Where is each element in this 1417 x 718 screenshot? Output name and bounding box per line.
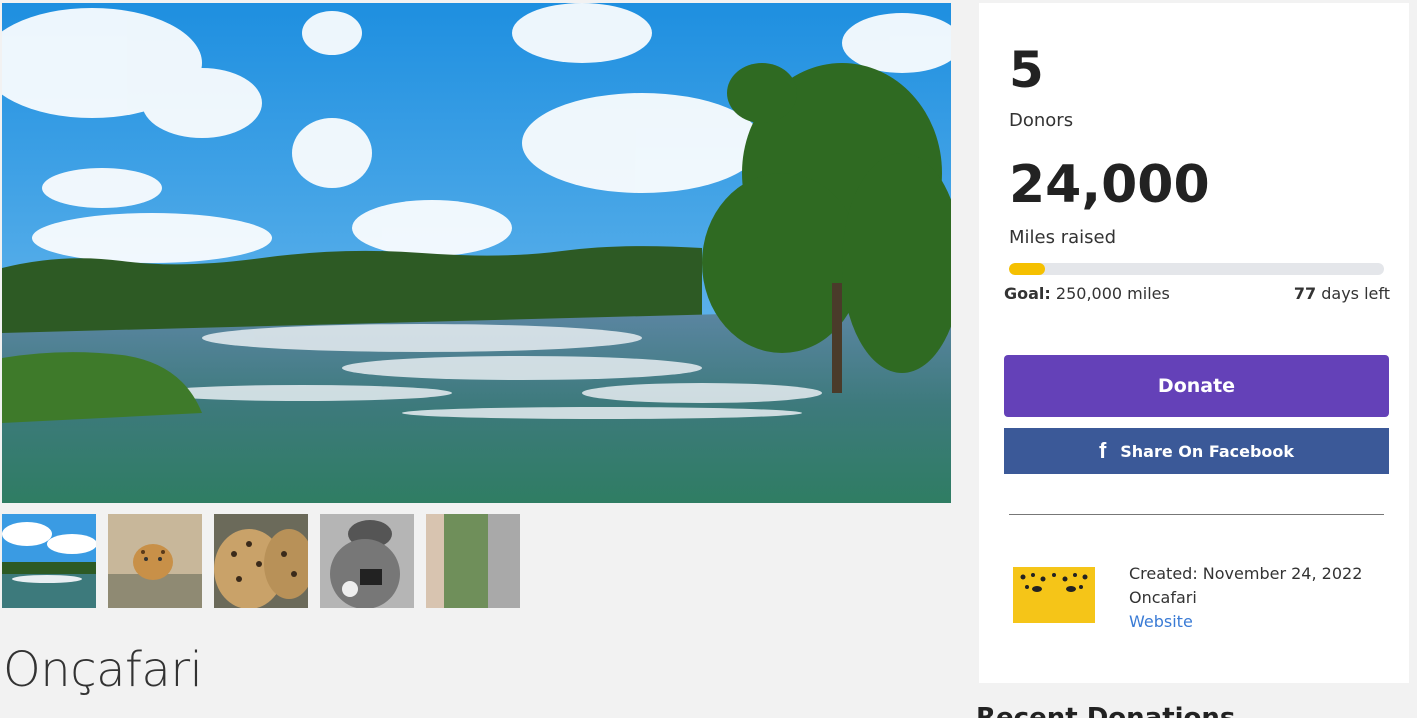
recent-donations-heading: Recent Donations (976, 703, 1236, 718)
creator-meta: Created: November 24, 2022 Oncafari Webs… (1129, 562, 1362, 634)
share-facebook-button[interactable]: f Share On Facebook (1004, 428, 1389, 474)
thumbnail-river[interactable] (2, 514, 96, 608)
days-suffix: days left (1321, 284, 1390, 303)
days-number: 77 (1293, 284, 1317, 303)
donate-button[interactable]: Donate (1004, 355, 1389, 417)
thumbnail-jaguar-water[interactable] (108, 514, 202, 608)
facebook-icon: f (1098, 438, 1107, 463)
thumbnail-researcher[interactable] (320, 514, 414, 608)
organization-logo[interactable] (1013, 567, 1095, 623)
share-facebook-label: Share On Facebook (1120, 441, 1295, 461)
progress-bar-fill (1009, 263, 1045, 275)
organization-title: Onçafari (3, 642, 203, 698)
donors-label: Donors (1009, 110, 1074, 131)
goal-row: Goal: 250,000 miles 77 days left (1004, 284, 1390, 303)
creator-name: Oncafari (1129, 588, 1197, 607)
created-date: Created: November 24, 2022 (1129, 564, 1363, 583)
donors-count: 5 (1009, 41, 1044, 99)
divider (1009, 514, 1384, 515)
campaign-card: 5 Donors 24,000 Miles raised Goal: 250,0… (979, 3, 1409, 683)
goal-label: Goal: (1004, 284, 1051, 303)
raised-label: Miles raised (1009, 227, 1117, 248)
thumbnail-strip (2, 514, 520, 608)
thumbnail-forest-aerial[interactable] (426, 514, 520, 608)
page: Onçafari 5 Donors 24,000 Miles raised Go… (0, 0, 1417, 718)
days-left: 77 days left (1294, 284, 1390, 303)
hero-image (2, 3, 951, 503)
goal-value: 250,000 miles (1055, 284, 1170, 303)
goal-text: Goal: 250,000 miles (1004, 284, 1170, 303)
raised-amount: 24,000 (1009, 155, 1210, 215)
thumbnail-jaguar-cubs[interactable] (214, 514, 308, 608)
website-link[interactable]: Website (1129, 612, 1193, 631)
progress-bar (1009, 263, 1384, 275)
